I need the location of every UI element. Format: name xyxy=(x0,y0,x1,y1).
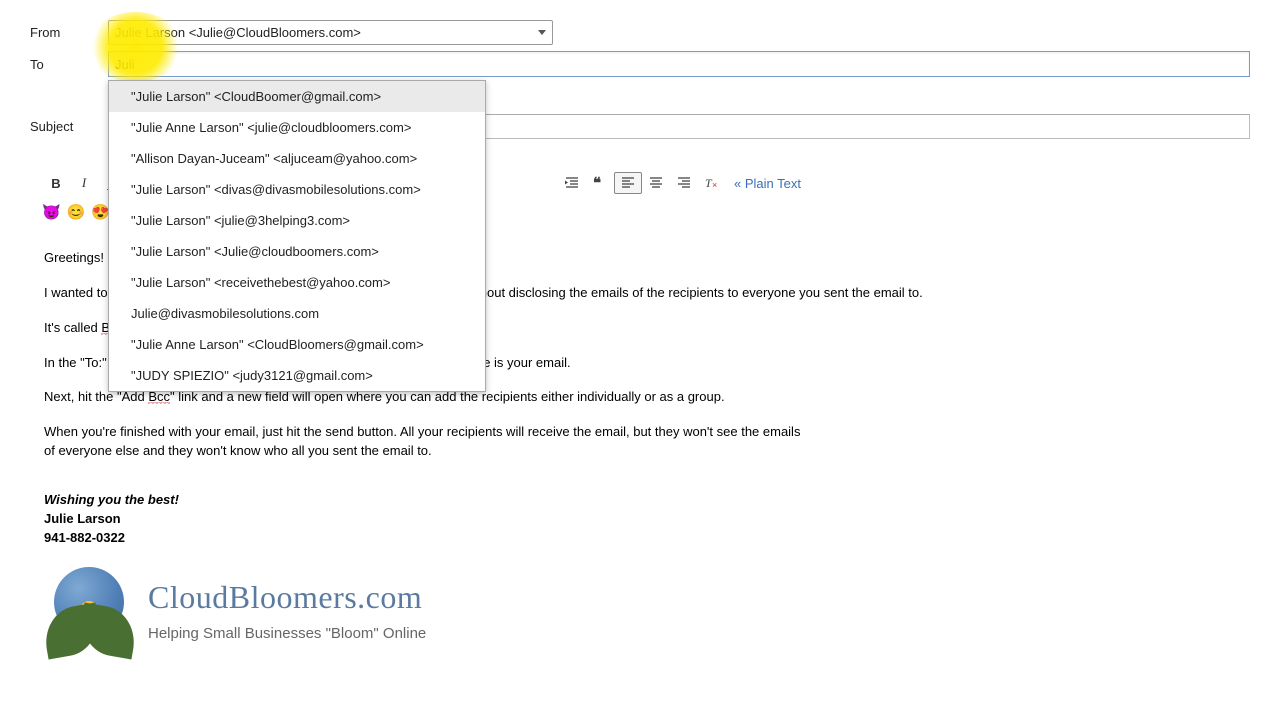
svg-text:❝: ❝ xyxy=(593,175,601,191)
plain-text-link[interactable]: « Plain Text xyxy=(734,176,801,191)
cloudbloomers-logo-icon xyxy=(44,565,134,653)
emoji-smile-icon[interactable]: 😊 xyxy=(67,203,86,221)
chevron-down-icon xyxy=(538,30,546,35)
subject-label: Subject xyxy=(30,119,108,134)
clear-formatting-button[interactable]: T× xyxy=(698,172,726,194)
from-label: From xyxy=(30,25,108,40)
from-account-value: Julie Larson <Julie@CloudBloomers.com> xyxy=(115,25,361,40)
signature-greeting: Wishing you the best! xyxy=(44,492,179,507)
to-label: To xyxy=(30,57,108,72)
signature-logo-block: CloudBloomers.com Helping Small Business… xyxy=(44,565,1250,653)
to-input[interactable] xyxy=(108,51,1250,77)
signature-tagline: Helping Small Businesses "Bloom" Online xyxy=(148,623,426,645)
autocomplete-option[interactable]: "Julie Larson" <julie@3helping3.com> xyxy=(109,205,485,236)
emoji-devil-icon[interactable]: 😈 xyxy=(42,203,61,221)
autocomplete-option[interactable]: "Julie Larson" <divas@divasmobilesolutio… xyxy=(109,174,485,205)
quote-button[interactable]: ❝ xyxy=(586,172,614,194)
autocomplete-option[interactable]: Julie@divasmobilesolutions.com xyxy=(109,298,485,329)
body-paragraph: When you're finished with your email, ju… xyxy=(44,423,814,461)
align-center-button[interactable] xyxy=(642,172,670,194)
outdent-button[interactable] xyxy=(558,172,586,194)
bold-button[interactable]: B xyxy=(42,172,70,194)
signature-name: Julie Larson xyxy=(44,511,121,526)
autocomplete-option[interactable]: "Julie Anne Larson" <CloudBloomers@gmail… xyxy=(109,329,485,360)
autocomplete-option[interactable]: "Allison Dayan-Juceam" <aljuceam@yahoo.c… xyxy=(109,143,485,174)
align-left-button[interactable] xyxy=(614,172,642,194)
svg-text:×: × xyxy=(712,180,717,190)
autocomplete-option[interactable]: "Julie Larson" <CloudBoomer@gmail.com> xyxy=(109,81,485,112)
align-right-button[interactable] xyxy=(670,172,698,194)
signature-phone: 941-882-0322 xyxy=(44,530,125,545)
italic-button[interactable]: I xyxy=(70,172,98,194)
from-account-select[interactable]: Julie Larson <Julie@CloudBloomers.com> xyxy=(108,20,553,45)
to-autocomplete-dropdown: "Julie Larson" <CloudBoomer@gmail.com> "… xyxy=(108,80,486,392)
autocomplete-option[interactable]: "JUDY SPIEZIO" <judy3121@gmail.com> xyxy=(109,360,485,391)
autocomplete-option[interactable]: "Julie Larson" <Julie@cloudboomers.com> xyxy=(109,236,485,267)
signature-brand: CloudBloomers.com xyxy=(148,574,426,620)
autocomplete-option[interactable]: "Julie Anne Larson" <julie@cloudbloomers… xyxy=(109,112,485,143)
autocomplete-option[interactable]: "Julie Larson" <receivethebest@yahoo.com… xyxy=(109,267,485,298)
